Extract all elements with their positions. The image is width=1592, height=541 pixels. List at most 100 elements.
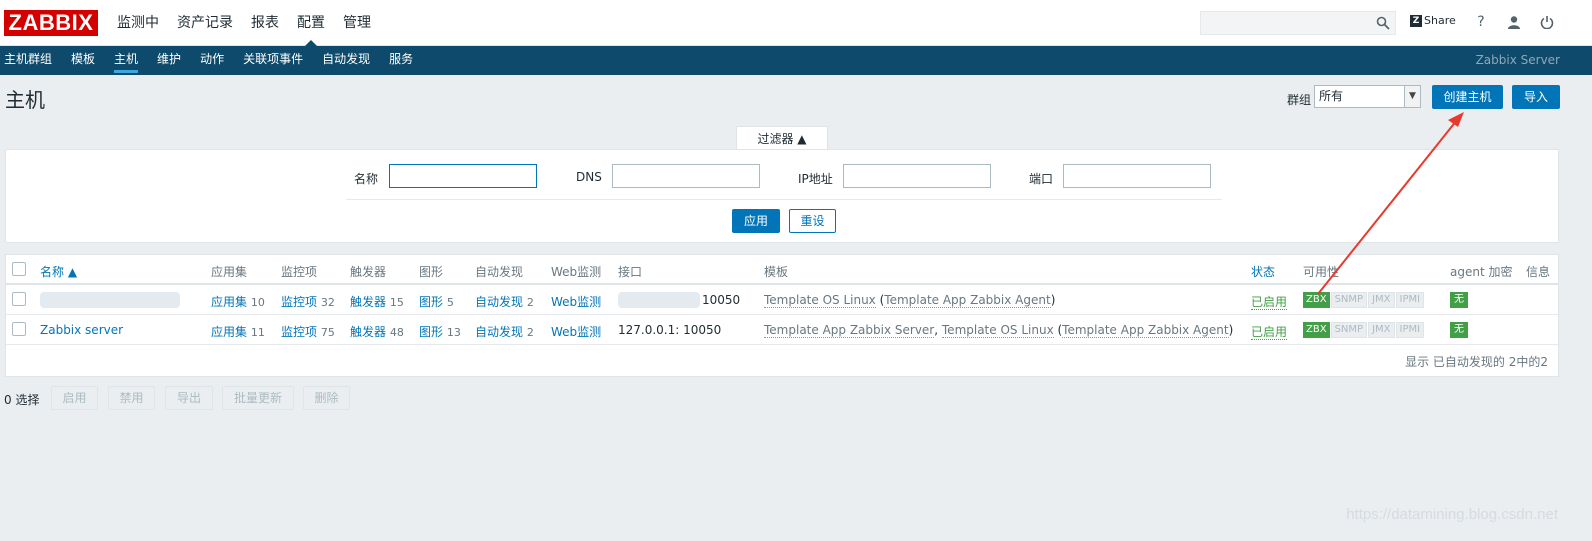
ipmi-badge: IPMI bbox=[1395, 322, 1425, 338]
encryption-badge: 无 bbox=[1450, 292, 1468, 308]
column-web: Web监测 bbox=[551, 265, 602, 279]
submenu-maintenance[interactable]: 维护 bbox=[153, 46, 190, 75]
triggers-link[interactable]: 触发器 15 bbox=[350, 293, 404, 310]
create-host-button[interactable]: 创建主机 bbox=[1432, 85, 1503, 109]
submenu-host-groups[interactable]: 主机群组 bbox=[0, 46, 61, 75]
group-selected-value: 所有 bbox=[1319, 89, 1344, 103]
column-info: 信息 bbox=[1526, 265, 1551, 279]
row-checkbox[interactable] bbox=[12, 322, 26, 336]
table-row: 应用集 10 监控项 32 触发器 15 图形 5 自动发现 2 Web监测 1… bbox=[6, 285, 1558, 315]
filter-port-label: 端口 bbox=[1029, 172, 1054, 186]
column-templates: 模板 bbox=[764, 265, 789, 279]
templates-cell: Template App Zabbix Server, Template OS … bbox=[764, 323, 1234, 338]
help-icon[interactable]: ? bbox=[1472, 13, 1490, 31]
submenu-services[interactable]: 服务 bbox=[385, 46, 422, 75]
snmp-badge: SNMP bbox=[1330, 322, 1368, 338]
redacted-ip bbox=[618, 292, 700, 308]
zabbix-logo[interactable]: ZABBIX bbox=[4, 10, 98, 36]
items-link[interactable]: 监控项 75 bbox=[281, 323, 335, 340]
top-header: ZABBIX 监测中 资产记录 报表 配置 管理 Z Share ? bbox=[0, 0, 1592, 46]
enable-button[interactable]: 启用 bbox=[51, 386, 98, 410]
template-link[interactable]: Template App Zabbix Server bbox=[764, 323, 935, 338]
availability-badges: ZBX SNMP JMX IPMI bbox=[1303, 292, 1425, 308]
delete-button[interactable]: 删除 bbox=[303, 386, 350, 410]
jmx-badge: JMX bbox=[1368, 322, 1395, 338]
import-button[interactable]: 导入 bbox=[1512, 85, 1560, 109]
user-profile-icon[interactable] bbox=[1505, 13, 1523, 31]
column-graphs: 图形 bbox=[419, 265, 444, 279]
menu-reports[interactable]: 报表 bbox=[242, 0, 288, 46]
page-title: 主机 bbox=[5, 88, 45, 112]
submenu-correlation[interactable]: 关联项事件 bbox=[239, 46, 312, 75]
availability-badges: ZBX SNMP JMX IPMI bbox=[1303, 322, 1425, 338]
filter-apply-button[interactable]: 应用 bbox=[732, 209, 780, 233]
status-enabled[interactable]: 已启用 bbox=[1251, 293, 1288, 310]
filter-ip-input[interactable] bbox=[843, 164, 991, 188]
search-input[interactable] bbox=[1200, 11, 1396, 35]
hosts-table: 名称 ▲ 应用集 监控项 触发器 图形 自动发现 Web监测 接口 模板 状态 … bbox=[5, 254, 1559, 377]
menu-administration[interactable]: 管理 bbox=[334, 0, 380, 46]
web-link[interactable]: Web监测 bbox=[551, 323, 601, 340]
submenu-actions[interactable]: 动作 bbox=[196, 46, 233, 75]
row-checkbox[interactable] bbox=[12, 292, 26, 306]
triggers-link[interactable]: 触发器 48 bbox=[350, 323, 404, 340]
menu-configuration[interactable]: 配置 bbox=[288, 0, 334, 46]
submenu-templates[interactable]: 模板 bbox=[67, 46, 104, 75]
watermark: https://datamining.blog.csdn.net bbox=[1346, 506, 1558, 523]
zbx-badge: ZBX bbox=[1303, 292, 1330, 308]
discovery-link[interactable]: 自动发现 2 bbox=[475, 293, 534, 310]
chevron-down-icon[interactable]: ▼ bbox=[1404, 86, 1420, 107]
submenu-hosts[interactable]: 主机 bbox=[110, 46, 147, 75]
graphs-link[interactable]: 图形 13 bbox=[419, 323, 461, 340]
filter-name-input[interactable] bbox=[389, 164, 537, 188]
group-select[interactable]: 所有 ▼ bbox=[1314, 85, 1421, 108]
host-name-link[interactable]: Zabbix server bbox=[40, 323, 123, 337]
template-link[interactable]: Template App Zabbix Agent bbox=[1062, 323, 1229, 338]
graphs-link[interactable]: 图形 5 bbox=[419, 293, 454, 310]
menu-monitoring[interactable]: 监测中 bbox=[108, 0, 168, 46]
disable-button[interactable]: 禁用 bbox=[108, 386, 155, 410]
share-icon: Z bbox=[1410, 14, 1422, 27]
jmx-badge: JMX bbox=[1368, 292, 1395, 308]
filter-reset-button[interactable]: 重设 bbox=[789, 209, 836, 233]
filter-divider bbox=[346, 199, 1222, 200]
applications-link[interactable]: 应用集 11 bbox=[211, 323, 265, 340]
template-link[interactable]: Template OS Linux bbox=[764, 293, 876, 308]
column-applications: 应用集 bbox=[211, 265, 248, 279]
selected-count: 0 选择 bbox=[4, 393, 40, 407]
search-icon[interactable] bbox=[1376, 16, 1390, 30]
applications-link[interactable]: 应用集 10 bbox=[211, 293, 265, 310]
filter-tab[interactable]: 过滤器 ▲ bbox=[736, 126, 828, 150]
discovery-link[interactable]: 自动发现 2 bbox=[475, 323, 534, 340]
template-link[interactable]: Template App Zabbix Agent bbox=[884, 293, 1051, 308]
template-link[interactable]: Template OS Linux bbox=[941, 323, 1054, 338]
filter-name-label: 名称 bbox=[354, 172, 379, 186]
column-availability: 可用性 bbox=[1303, 265, 1340, 279]
select-all-checkbox[interactable] bbox=[12, 262, 26, 276]
export-button[interactable]: 导出 bbox=[165, 386, 213, 410]
column-name-sort[interactable]: 名称 ▲ bbox=[40, 263, 77, 280]
table-header: 名称 ▲ 应用集 监控项 触发器 图形 自动发现 Web监测 接口 模板 状态 … bbox=[6, 255, 1558, 285]
sub-menu-bar: 主机群组 模板 主机 维护 动作 关联项事件 自动发现 服务 Zabbix Se… bbox=[0, 46, 1592, 75]
filter-dns-input[interactable] bbox=[612, 164, 760, 188]
items-link[interactable]: 监控项 32 bbox=[281, 293, 335, 310]
server-name: Zabbix Server bbox=[1475, 53, 1560, 67]
encryption-badge: 无 bbox=[1450, 322, 1468, 338]
templates-cell: Template OS Linux (Template App Zabbix A… bbox=[764, 293, 1056, 308]
filter-port-input[interactable] bbox=[1063, 164, 1211, 188]
interface-address: 127.0.0.1: 10050 bbox=[618, 323, 722, 337]
submenu-discovery[interactable]: 自动发现 bbox=[318, 46, 379, 75]
menu-inventory[interactable]: 资产记录 bbox=[168, 0, 242, 46]
column-triggers: 触发器 bbox=[350, 265, 387, 279]
signout-icon[interactable] bbox=[1538, 13, 1556, 31]
redacted-host-name[interactable] bbox=[40, 292, 180, 308]
snmp-badge: SNMP bbox=[1330, 292, 1368, 308]
share-link[interactable]: Z Share bbox=[1410, 14, 1456, 27]
status-enabled[interactable]: 已启用 bbox=[1251, 323, 1288, 340]
mass-update-button[interactable]: 批量更新 bbox=[222, 386, 294, 410]
main-menu: 监测中 资产记录 报表 配置 管理 bbox=[108, 0, 380, 46]
web-link[interactable]: Web监测 bbox=[551, 293, 601, 310]
filter-dns-label: DNS bbox=[576, 170, 602, 184]
table-footer-count: 显示 已自动发现的 2中的2 bbox=[1405, 355, 1548, 369]
column-status-sort[interactable]: 状态 bbox=[1251, 263, 1275, 280]
